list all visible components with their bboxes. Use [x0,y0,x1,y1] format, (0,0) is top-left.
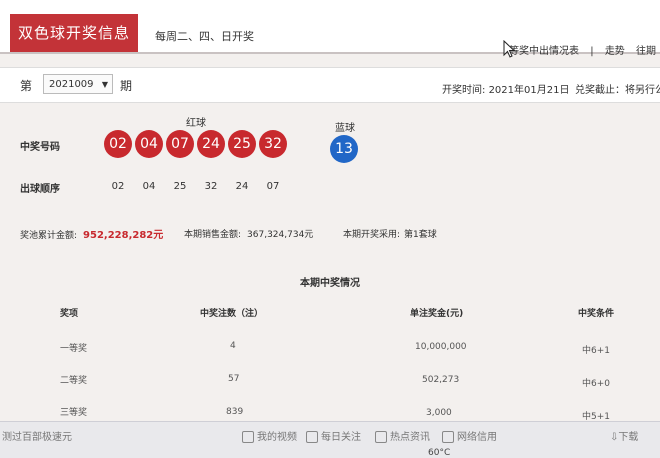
draw-order-label: 出球顺序 [20,184,60,195]
col-header-condition: 中奖条件 [578,309,615,319]
red-ball: 04 [135,130,163,158]
news-icon [375,431,387,443]
prize-table-link[interactable]: 等奖中出情况表 [509,46,579,57]
draw-info-bar: 第 2021009 ▼ 期 开奖时间: 2021年01月21日 兑奖截止：将另行… [0,67,660,103]
jackpot-amount: 952,228,282元 [83,230,164,241]
prize-level-cell: 三等奖 [60,408,88,418]
taskbar-item-label: 网络信用 [457,432,497,443]
prize-level-cell: 一等奖 [60,344,88,354]
red-ball: 02 [104,130,132,158]
sales-amount: 367,324,734元 [247,230,314,240]
prize-count-cell: 839 [226,407,244,417]
order-number: 02 [111,181,125,192]
taskbar-item-credit[interactable]: 网络信用 [442,428,497,443]
taskbar-item-label: 热点资讯 [390,432,430,443]
mouse-cursor-icon [503,40,515,58]
taskbar-item-daily[interactable]: 每日关注 [306,428,361,443]
prize-section-title: 本期中奖情况 [300,278,360,289]
download-label: 下载 [618,432,639,443]
draw-method-value: 第1套球 [404,230,437,240]
bell-icon [306,431,318,443]
prize-count-cell: 57 [228,374,240,384]
taskbar-item-label: 每日关注 [321,432,361,443]
taskbar-item-video[interactable]: 我的视频 [242,428,297,443]
order-number: 04 [142,181,156,192]
prize-amount-cell: 10,000,000 [415,342,467,352]
prize-amount-cell: 3,000 [426,408,452,418]
issue-suffix-label: 期 [120,79,133,93]
draw-date: 开奖时间: 2021年01月21日 [442,81,569,96]
page-header: 双色球开奖信息 每周二、四、日开奖 等奖中出情况表 | 走势 往期 [0,0,660,58]
browser-taskbar: 测过百部极速元 我的视频 每日关注 热点资讯 网络信用 ⇩下载 60°C [0,421,660,458]
red-ball-label: 红球 [186,118,206,129]
trend-link[interactable]: 走势 [605,46,625,57]
taskbar-download[interactable]: ⇩下载 [610,428,638,443]
shield-icon [442,431,454,443]
red-ball: 25 [228,130,256,158]
issue-select[interactable]: 2021009 ▼ [43,74,113,94]
draw-date-label: 开奖时间: [442,85,486,96]
chevron-down-icon: ▼ [101,80,108,89]
taskbar-item-news[interactable]: 热点资讯 [375,428,430,443]
col-header-level: 奖项 [60,309,79,319]
jackpot-label: 奖池累计金额: [20,231,78,241]
order-number: 07 [266,181,280,192]
draw-method-label: 本期开奖采用: [343,230,401,240]
red-ball: 32 [259,130,287,158]
history-link[interactable]: 往期 [636,46,656,57]
page-title-tab[interactable]: 双色球开奖信息 [10,14,138,52]
sales-info: 本期销售金额: 367,324,734元 [184,227,313,240]
blue-ball-label: 蓝球 [335,123,355,134]
draw-method-info: 本期开奖采用: 第1套球 [343,227,437,240]
red-ball: 24 [197,130,225,158]
issue-select-value: 2021009 [49,79,94,90]
top-links: 等奖中出情况表 | 走势 往期 [505,42,660,57]
taskbar-left-text[interactable]: 测过百部极速元 [2,428,72,443]
order-number: 24 [235,181,249,192]
link-divider: | [590,46,594,57]
draw-schedule-text: 每周二、四、日开奖 [155,30,254,43]
col-header-count: 中奖注数（注） [200,309,264,319]
main-content: 红球 蓝球 中奖号码 02 04 07 24 25 32 13 出球顺序 02 … [0,101,660,431]
issue-prefix-label: 第 [20,79,33,93]
col-header-amount: 单注奖金(元) [410,309,464,319]
redeem-deadline: 兑奖截止：将另行公 [575,85,660,96]
prize-level-cell: 二等奖 [60,376,88,386]
red-ball: 07 [166,130,194,158]
prize-condition-cell: 中6+1 [582,346,610,356]
prize-count-cell: 4 [230,341,236,351]
jackpot-info: 奖池累计金额: 952,228,282元 [20,226,163,241]
blue-ball: 13 [330,135,358,163]
order-number: 25 [173,181,187,192]
taskbar-item-label: 我的视频 [257,432,297,443]
prize-condition-cell: 中6+0 [582,379,610,389]
video-icon [242,431,254,443]
winning-numbers-label: 中奖号码 [20,142,60,153]
sales-label: 本期销售金额: [184,230,242,240]
draw-date-value: 2021年01月21日 [488,85,570,96]
prize-amount-cell: 502,273 [422,375,460,385]
order-number: 32 [204,181,218,192]
